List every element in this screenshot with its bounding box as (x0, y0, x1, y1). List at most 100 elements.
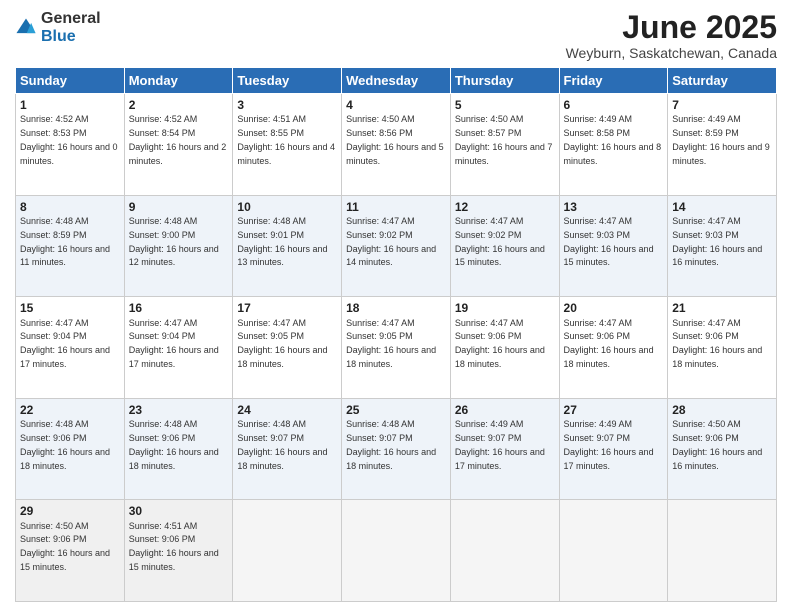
sunset-info: Sunset: 8:53 PM (20, 128, 87, 138)
title-block: June 2025 Weyburn, Saskatchewan, Canada (566, 10, 777, 61)
daylight-info: Daylight: 16 hours and 5 minutes. (346, 142, 444, 166)
month-title: June 2025 (566, 10, 777, 45)
daylight-info: Daylight: 16 hours and 13 minutes. (237, 244, 327, 268)
daylight-info: Daylight: 16 hours and 15 minutes. (129, 548, 219, 572)
col-thursday: Thursday (450, 68, 559, 94)
table-row: 16Sunrise: 4:47 AMSunset: 9:04 PMDayligh… (124, 297, 233, 399)
page: General Blue June 2025 Weyburn, Saskatch… (0, 0, 792, 612)
table-row: 25Sunrise: 4:48 AMSunset: 9:07 PMDayligh… (342, 398, 451, 500)
sunrise-info: Sunrise: 4:49 AM (672, 114, 741, 124)
logo-text: General Blue (41, 10, 101, 45)
sunset-info: Sunset: 9:03 PM (672, 230, 739, 240)
sunrise-info: Sunrise: 4:48 AM (237, 216, 306, 226)
daylight-info: Daylight: 16 hours and 15 minutes. (20, 548, 110, 572)
day-number: 24 (237, 402, 337, 418)
sunrise-info: Sunrise: 4:47 AM (346, 318, 415, 328)
table-row: 20Sunrise: 4:47 AMSunset: 9:06 PMDayligh… (559, 297, 668, 399)
table-row (559, 500, 668, 602)
daylight-info: Daylight: 16 hours and 14 minutes. (346, 244, 436, 268)
sunrise-info: Sunrise: 4:52 AM (20, 114, 89, 124)
table-row: 4Sunrise: 4:50 AMSunset: 8:56 PMDaylight… (342, 94, 451, 196)
sunset-info: Sunset: 9:06 PM (672, 433, 739, 443)
table-row: 24Sunrise: 4:48 AMSunset: 9:07 PMDayligh… (233, 398, 342, 500)
day-number: 18 (346, 300, 446, 316)
table-row: 27Sunrise: 4:49 AMSunset: 9:07 PMDayligh… (559, 398, 668, 500)
sunset-info: Sunset: 9:06 PM (129, 433, 196, 443)
table-row: 9Sunrise: 4:48 AMSunset: 9:00 PMDaylight… (124, 195, 233, 297)
day-number: 5 (455, 97, 555, 113)
day-number: 15 (20, 300, 120, 316)
sunrise-info: Sunrise: 4:47 AM (20, 318, 89, 328)
sunset-info: Sunset: 9:04 PM (20, 331, 87, 341)
col-friday: Friday (559, 68, 668, 94)
sunset-info: Sunset: 9:06 PM (20, 534, 87, 544)
sunrise-info: Sunrise: 4:49 AM (455, 419, 524, 429)
day-number: 21 (672, 300, 772, 316)
calendar-row: 29Sunrise: 4:50 AMSunset: 9:06 PMDayligh… (16, 500, 777, 602)
table-row: 1Sunrise: 4:52 AMSunset: 8:53 PMDaylight… (16, 94, 125, 196)
daylight-info: Daylight: 16 hours and 15 minutes. (564, 244, 654, 268)
subtitle: Weyburn, Saskatchewan, Canada (566, 45, 777, 61)
daylight-info: Daylight: 16 hours and 18 minutes. (237, 345, 327, 369)
daylight-info: Daylight: 16 hours and 16 minutes. (672, 244, 762, 268)
day-number: 25 (346, 402, 446, 418)
day-number: 28 (672, 402, 772, 418)
calendar-row: 1Sunrise: 4:52 AM Sunset: 8:53 PM Daylight… (16, 94, 777, 196)
table-row: 19Sunrise: 4:47 AMSunset: 9:06 PMDayligh… (450, 297, 559, 399)
sunrise-info: Sunrise: 4:47 AM (455, 216, 524, 226)
sunset-info: Sunset: 8:59 PM (672, 128, 739, 138)
sunset-info: Sunset: 9:03 PM (564, 230, 631, 240)
daylight-info: Daylight: 16 hours and 18 minutes. (129, 447, 219, 471)
sunset-info: Sunset: 9:06 PM (129, 534, 196, 544)
sunset-info: Sunset: 9:07 PM (237, 433, 304, 443)
sunrise-info: Sunrise: 4:48 AM (346, 419, 415, 429)
logo-blue: Blue (41, 28, 101, 46)
daylight-info: Daylight: 16 hours and 4 minutes. (237, 142, 335, 166)
sunrise-info: Sunrise: 4:48 AM (129, 419, 198, 429)
table-row (342, 500, 451, 602)
sunset-info: Sunset: 9:07 PM (455, 433, 522, 443)
table-row (233, 500, 342, 602)
sunset-info: Sunset: 8:59 PM (20, 230, 87, 240)
table-row: 10Sunrise: 4:48 AM Sunset: 9:01 PM Dayligh… (233, 195, 342, 297)
daylight-info: Daylight: 16 hours and 7 minutes. (455, 142, 553, 166)
table-row: 11Sunrise: 4:47 AMSunset: 9:02 PMDayligh… (342, 195, 451, 297)
day-number: 14 (672, 199, 772, 215)
calendar: Sunday Monday Tuesday Wednesday Thursday… (15, 67, 777, 602)
daylight-info: Daylight: 16 hours and 18 minutes. (672, 345, 762, 369)
sunset-info: Sunset: 9:07 PM (564, 433, 631, 443)
logo: General Blue (15, 10, 101, 45)
sunrise-info: Sunrise: 4:48 AM (20, 216, 89, 226)
table-row: 5Sunrise: 4:50 AMSunset: 8:57 PMDaylight… (450, 94, 559, 196)
day-number: 2 (129, 97, 229, 113)
calendar-header-row: Sunday Monday Tuesday Wednesday Thursday… (16, 68, 777, 94)
col-sunday: Sunday (16, 68, 125, 94)
sunrise-info: Sunrise: 4:48 AM (129, 216, 198, 226)
calendar-row: 22Sunrise: 4:48 AMSunset: 9:06 PMDayligh… (16, 398, 777, 500)
day-number: 16 (129, 300, 229, 316)
table-row: 8Sunrise: 4:48 AMSunset: 8:59 PMDaylight… (16, 195, 125, 297)
daylight-info: Daylight: 16 hours and 18 minutes. (455, 345, 545, 369)
daylight-info: Daylight: 16 hours and 18 minutes. (237, 447, 327, 471)
sunset-info: Sunset: 9:07 PM (346, 433, 413, 443)
daylight-info: Daylight: 16 hours and 2 minutes. (129, 142, 227, 166)
sunset-info: Sunset: 9:02 PM (346, 230, 413, 240)
daylight-info: Daylight: 16 hours and 12 minutes. (129, 244, 219, 268)
day-number: 19 (455, 300, 555, 316)
sunrise-info: Sunrise: 4:51 AM (129, 521, 198, 531)
sunrise-info: Sunrise: 4:50 AM (346, 114, 415, 124)
table-row: 14Sunrise: 4:47 AMSunset: 9:03 PMDayligh… (668, 195, 777, 297)
day-number: 1 (20, 97, 120, 113)
table-row: 15Sunrise: 4:47 AMSunset: 9:04 PMDayligh… (16, 297, 125, 399)
day-number: 30 (129, 503, 229, 519)
day-number: 10 (237, 199, 337, 215)
sunset-info: Sunset: 8:54 PM (129, 128, 196, 138)
daylight-info: Daylight: 16 hours and 17 minutes. (129, 345, 219, 369)
sunrise-info: Sunrise: 4:47 AM (346, 216, 415, 226)
sunrise-info: Sunrise: 4:47 AM (455, 318, 524, 328)
daylight-info: Daylight: 16 hours and 11 minutes. (20, 244, 110, 268)
sunrise-info: Sunrise: 4:50 AM (455, 114, 524, 124)
sunset-info: Sunset: 9:01 PM (237, 230, 304, 240)
daylight-info: Daylight: 16 hours and 15 minutes. (455, 244, 545, 268)
sunset-info: Sunset: 8:55 PM (237, 128, 304, 138)
